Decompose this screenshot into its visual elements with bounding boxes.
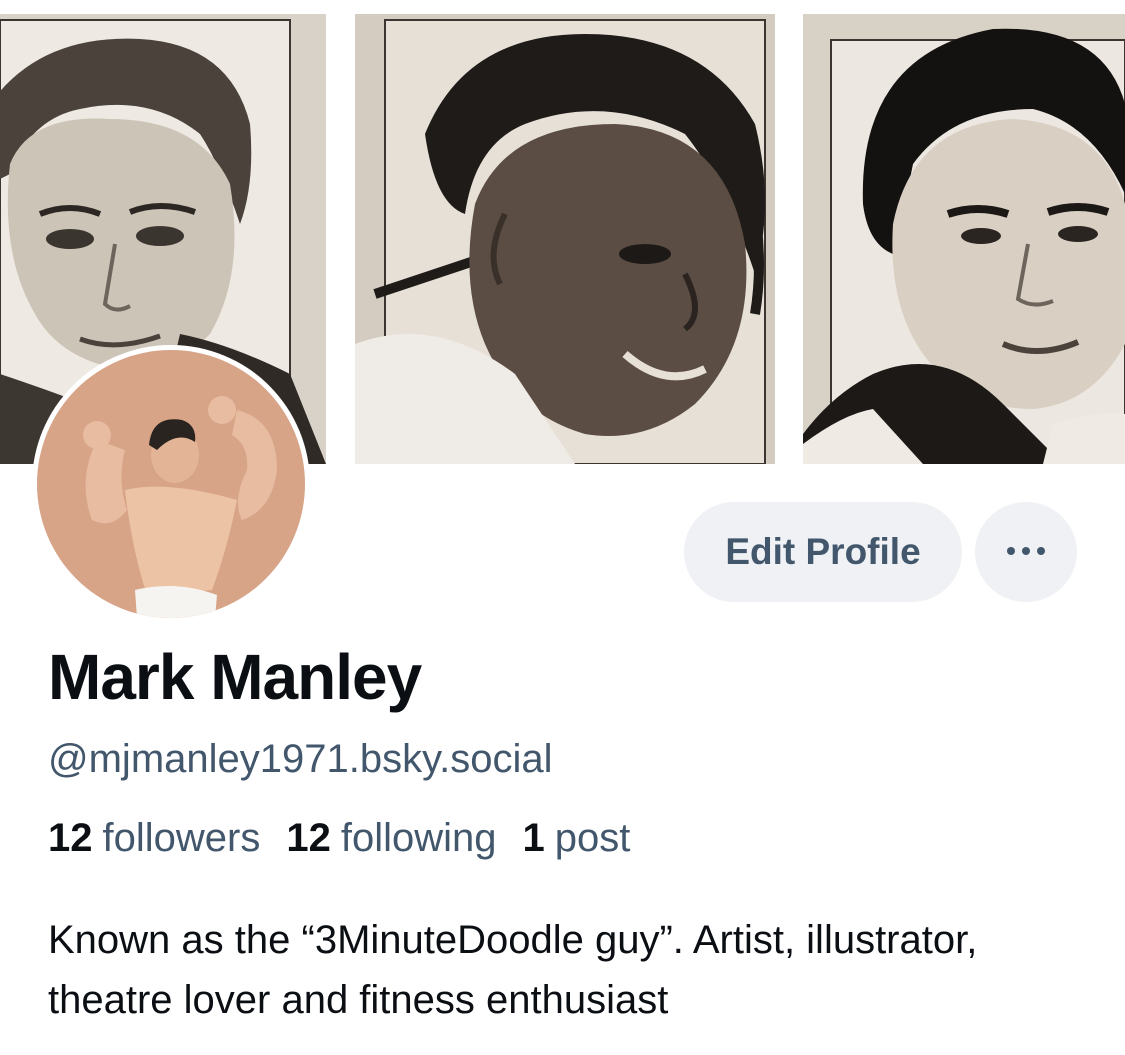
edit-profile-button[interactable]: Edit Profile: [684, 502, 962, 602]
following-label: following: [340, 816, 497, 860]
followers-count: 12: [48, 816, 93, 860]
banner-portrait-right: [803, 14, 1125, 464]
followers-label: followers: [102, 816, 261, 860]
posts-stat: 1 post: [523, 816, 631, 861]
posts-label: post: [554, 816, 631, 860]
following-count: 12: [286, 816, 331, 860]
more-horizontal-icon: [1006, 543, 1046, 561]
banner-portrait-middle: [355, 14, 775, 464]
profile-handle: @mjmanley1971.bsky.social: [48, 737, 553, 781]
avatar-image: [37, 350, 305, 618]
more-options-button[interactable]: [975, 502, 1077, 602]
profile-stats: 12 followers 12 following 1 post: [48, 816, 630, 861]
posts-count: 1: [522, 816, 545, 860]
display-name: Mark Manley: [48, 641, 422, 713]
avatar[interactable]: [32, 345, 310, 623]
profile-bio: Known as the “3MinuteDoodle guy”. Artist…: [48, 918, 978, 1022]
followers-link[interactable]: 12 followers: [48, 816, 260, 861]
following-link[interactable]: 12 following: [286, 816, 496, 861]
